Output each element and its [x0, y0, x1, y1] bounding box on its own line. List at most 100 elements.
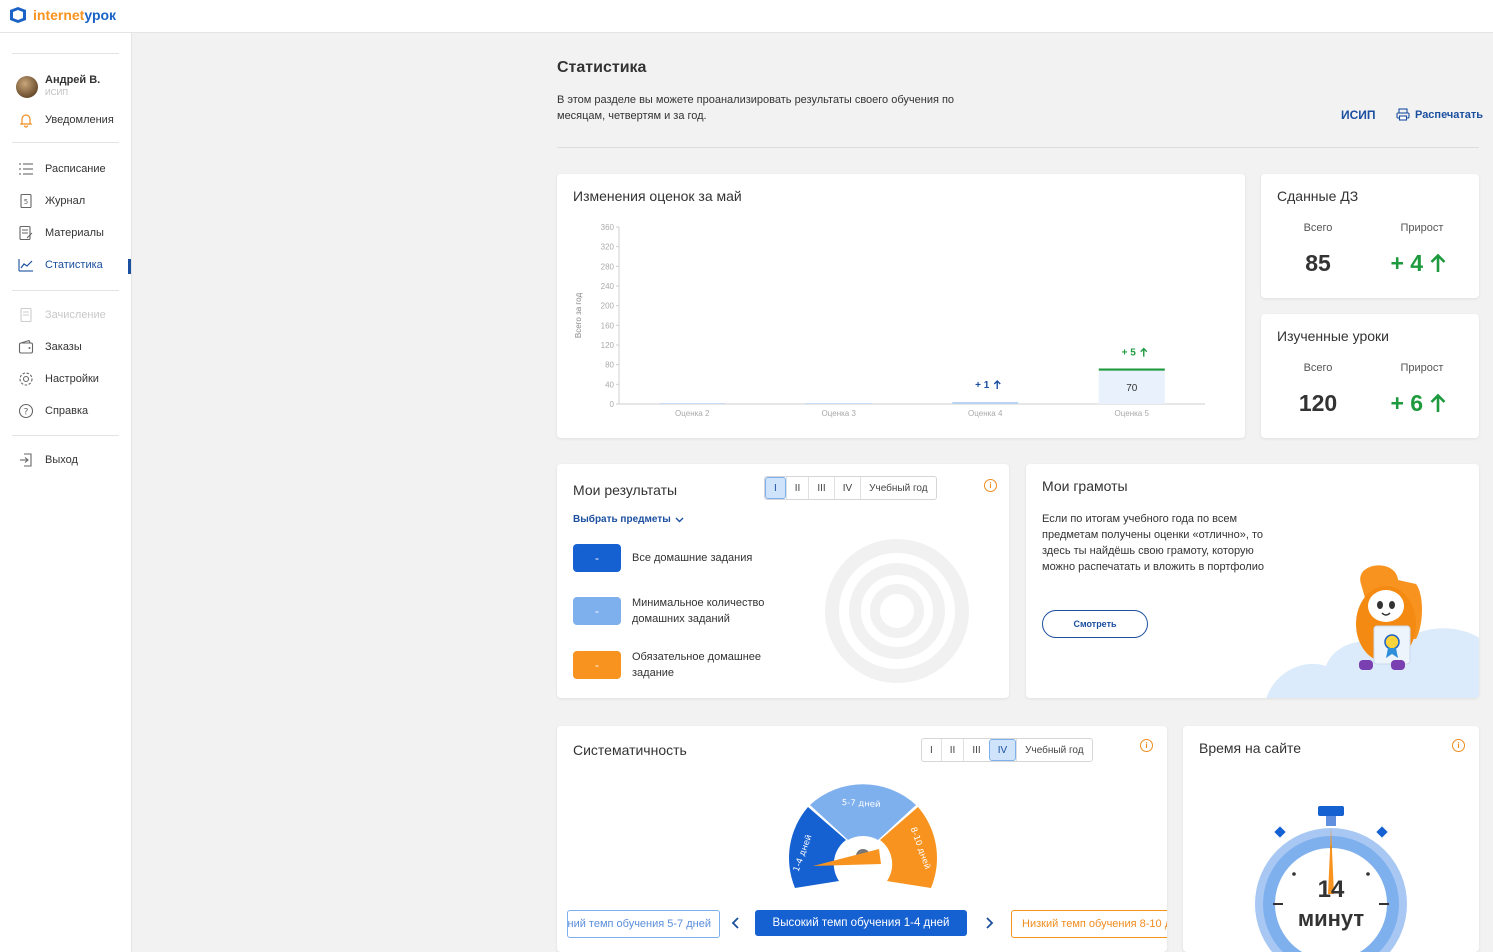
sidebar-item-label: Выход: [45, 454, 78, 466]
diplomas-text: Если по итогам учебного года по всем пре…: [1042, 513, 1264, 573]
select-subjects-link[interactable]: Выбрать предметы: [573, 514, 684, 525]
x-tick-label: Оценка 3: [822, 409, 857, 418]
quarter-tab-3[interactable]: III: [963, 739, 988, 761]
y-axis-label: Всего за год: [574, 293, 583, 339]
homework-growth-label: Прирост: [1400, 222, 1444, 234]
time-card-title: Время на сайте: [1199, 740, 1302, 756]
sidebar-divider: [12, 142, 119, 143]
sidebar-item-orders[interactable]: Заказы: [18, 338, 82, 356]
quarter-tab-4[interactable]: IV: [988, 739, 1017, 761]
arrow-up-icon: [1430, 393, 1445, 412]
wallet-icon: [18, 339, 34, 354]
sidebar-divider: [12, 290, 119, 291]
sidebar-item-label: Журнал: [45, 195, 86, 207]
diplomas-card-title: Мои грамоты: [1042, 478, 1128, 494]
svg-text:5: 5: [24, 198, 28, 206]
bar: [805, 403, 872, 404]
logo-text-part2: урок: [84, 7, 117, 23]
legend-label: Обязательное домашнее задание: [632, 651, 762, 679]
quarter-tab-1[interactable]: I: [922, 739, 941, 761]
logo[interactable]: internet урок: [8, 6, 116, 24]
bar-increment-label: + 5: [1122, 348, 1137, 359]
lessons-card: Изученные уроки Всего Прирост 120 + 6: [1261, 314, 1479, 438]
gear-icon: [19, 372, 33, 386]
current-tempo-pill[interactable]: Высокий темп обучения 1-4 дней: [755, 910, 967, 936]
legend-value-box: -: [573, 597, 621, 625]
chart-icon: [18, 259, 33, 272]
svg-text:?: ?: [24, 408, 29, 418]
sidebar-item-journal[interactable]: 5 Журнал: [18, 192, 85, 210]
lessons-card-title: Изученные уроки: [1277, 328, 1389, 344]
active-indicator: [128, 259, 131, 274]
legend-value-box: -: [573, 544, 621, 572]
sidebar-item-help[interactable]: ? Справка: [18, 402, 88, 420]
legend-item-min-homework: - Минимальное количество домашних задани…: [573, 595, 803, 627]
x-tick-label: Оценка 2: [675, 409, 710, 418]
y-tick-label: 0: [610, 400, 615, 409]
isip-link[interactable]: ИСИП: [1341, 108, 1376, 122]
homework-growth-text: + 4: [1390, 250, 1424, 276]
x-tick-label: Оценка 5: [1115, 409, 1150, 418]
logo-icon: [10, 7, 26, 23]
sidebar-item-label: Настройки: [45, 373, 99, 385]
sidebar-item-label: Заказы: [45, 341, 82, 353]
info-icon[interactable]: i: [1452, 739, 1465, 752]
header-divider: [557, 147, 1479, 148]
legend-label: Минимальное количество домашних заданий: [632, 597, 765, 625]
legend-item-required-homework: - Обязательное домашнее задание: [573, 649, 803, 681]
prev-tempo-label: Средний темп обучения 5-7 дней: [567, 918, 711, 930]
view-diplomas-button[interactable]: Смотреть: [1042, 610, 1148, 638]
quarter-tab-year[interactable]: Учебный год: [860, 477, 935, 499]
prev-tempo-pill[interactable]: Средний темп обучения 5-7 дней: [567, 910, 720, 938]
chevron-right-icon[interactable]: [984, 917, 994, 929]
gauge-label-5-7: 5-7 дней: [841, 798, 880, 810]
quarter-tab-2[interactable]: II: [785, 477, 809, 499]
homework-total-value: 85: [1305, 250, 1331, 276]
time-card: Время на сайте i 14 минут: [1183, 726, 1479, 952]
quarter-tab-2[interactable]: II: [940, 739, 964, 761]
y-tick-label: 200: [601, 302, 615, 311]
top-bar: internet урок: [0, 0, 1493, 33]
sidebar-item-statistics[interactable]: Статистика: [18, 256, 103, 274]
sidebar-item-label: Статистика: [45, 259, 103, 271]
print-button[interactable]: Распечатать: [1396, 108, 1483, 121]
bar: [952, 402, 1019, 404]
quarter-tab-3[interactable]: III: [808, 477, 833, 499]
lessons-growth-value: + 6: [1373, 390, 1463, 417]
y-tick-label: 40: [605, 380, 614, 389]
bell-icon: [19, 114, 33, 128]
user-name[interactable]: Андрей В.: [45, 74, 100, 86]
homework-growth-value: + 4: [1373, 250, 1463, 277]
results-ring-chart: [825, 539, 969, 683]
sidebar-item-materials[interactable]: Материалы: [18, 224, 104, 242]
sidebar-item-notifications[interactable]: Уведомления: [18, 111, 114, 129]
y-tick-label: 320: [601, 243, 615, 252]
legend-value-box: -: [573, 651, 621, 679]
avatar[interactable]: [16, 76, 38, 98]
lessons-growth-text: + 6: [1390, 390, 1424, 416]
results-card: Мои результаты I II III IV Учебный год i…: [557, 464, 1009, 698]
sidebar-item-label: Уведомления: [45, 114, 114, 126]
chevron-down-icon: [675, 517, 684, 522]
sidebar-item-schedule[interactable]: Расписание: [18, 160, 106, 178]
diplomas-card: Мои грамоты Если по итогам учебного года…: [1026, 464, 1479, 698]
next-tempo-pill[interactable]: Низкий темп обучения 8-10 дней: [1011, 910, 1167, 938]
x-tick-label: Оценка 4: [968, 409, 1003, 418]
sidebar-item-label: Зачисление: [45, 309, 106, 321]
arrow-up-icon: [1140, 347, 1148, 357]
tempo-gauge: 1-4 дней 5-7 дней 8-10 дней: [789, 784, 937, 888]
info-icon[interactable]: i: [1140, 739, 1153, 752]
print-label: Распечатать: [1415, 108, 1484, 121]
sidebar-item-logout[interactable]: Выход: [18, 451, 78, 469]
quarter-tab-4[interactable]: IV: [833, 477, 860, 499]
printer-icon: [1396, 108, 1410, 121]
info-icon[interactable]: i: [984, 479, 997, 492]
quarter-tab-1[interactable]: I: [765, 477, 786, 499]
help-icon: ?: [18, 403, 34, 419]
sidebar-item-settings[interactable]: Настройки: [18, 370, 99, 388]
sidebar-item-label: Справка: [45, 405, 89, 417]
chevron-left-icon[interactable]: [731, 917, 741, 929]
sidebar-item-enrollment: Зачисление: [18, 306, 106, 324]
quarter-tab-year[interactable]: Учебный год: [1016, 739, 1091, 761]
sidebar-divider: [12, 435, 119, 436]
